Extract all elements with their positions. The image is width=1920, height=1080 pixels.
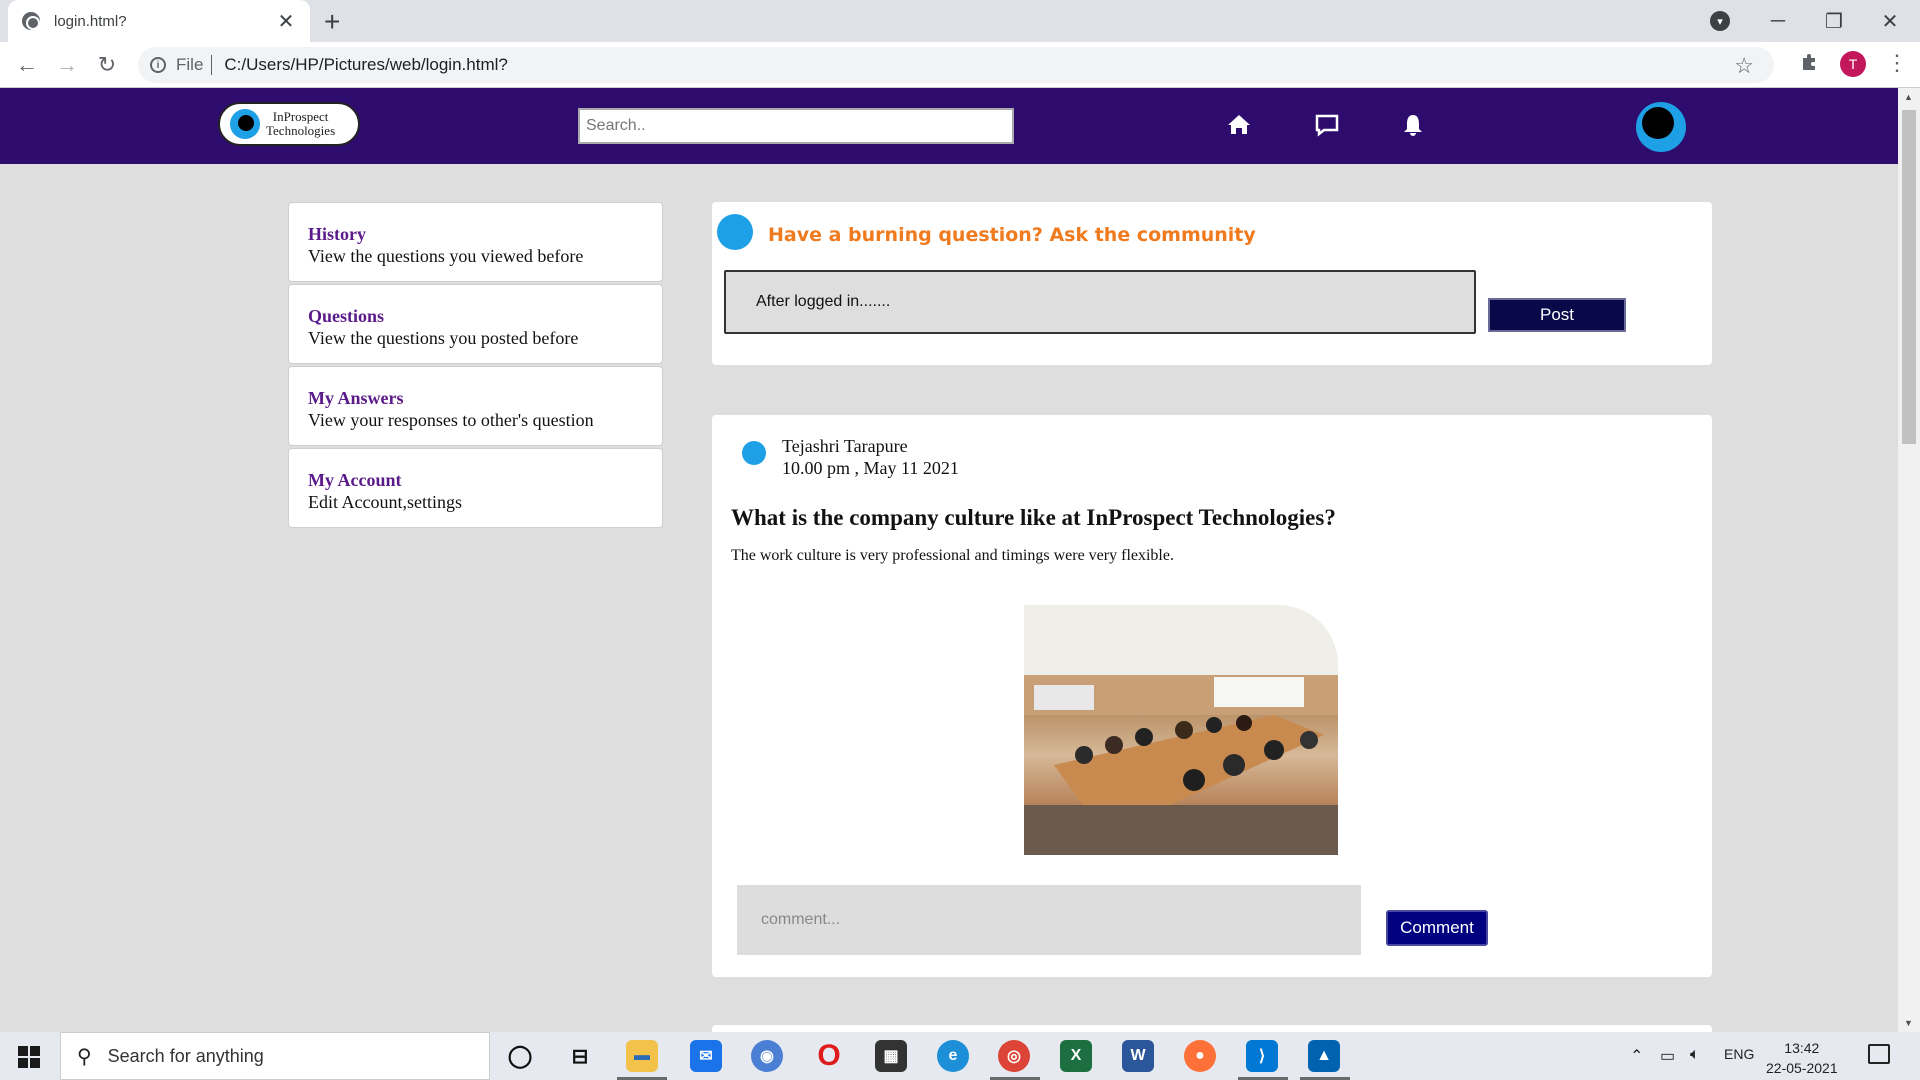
excel-icon[interactable]: X xyxy=(1060,1040,1092,1072)
tab-title: login.html? xyxy=(54,12,127,30)
taskbar-search-text: Search for anything xyxy=(107,1045,264,1066)
profile-avatar[interactable]: T xyxy=(1840,51,1866,77)
sidebar-item-questions[interactable]: Questions View the questions you posted … xyxy=(288,284,663,364)
taskbar-clock[interactable]: 13:42 22-05-2021 xyxy=(1766,1038,1838,1078)
photos-icon[interactable]: ▲ xyxy=(1308,1040,1340,1072)
browser-tab-bar: login.html? ✕ + ▾ ─ ❐ ✕ xyxy=(0,0,1920,42)
question-input[interactable] xyxy=(724,270,1476,334)
comment-button[interactable]: Comment xyxy=(1386,910,1488,946)
sidebar-item-title: History xyxy=(308,224,366,244)
post-image xyxy=(1024,605,1338,855)
user-avatar[interactable] xyxy=(1636,102,1686,152)
comment-input[interactable] xyxy=(737,885,1361,955)
new-tab-button[interactable]: + xyxy=(324,6,340,38)
edge-icon[interactable]: e xyxy=(937,1040,969,1072)
windows-taskbar: ⚲ Search for anything ◯ ⊟ ▬ ✉ ◉ O ▦ e ◎ … xyxy=(0,1032,1920,1080)
search-input[interactable] xyxy=(578,108,1014,144)
chat-icon[interactable] xyxy=(1314,112,1340,138)
scroll-up-icon[interactable]: ▲ xyxy=(1904,92,1913,102)
language-indicator[interactable]: ENG xyxy=(1724,1046,1754,1062)
omnibox[interactable]: i File C:/Users/HP/Pictures/web/login.ht… xyxy=(138,47,1774,83)
bell-icon[interactable] xyxy=(1400,112,1426,138)
sidebar-item-my-answers[interactable]: My Answers View your responses to other'… xyxy=(288,366,663,446)
post-title[interactable]: What is the company culture like at InPr… xyxy=(731,505,1336,531)
store-icon[interactable]: ▦ xyxy=(875,1040,907,1072)
word-icon[interactable]: W xyxy=(1122,1040,1154,1072)
ask-heading: Have a burning question? Ask the communi… xyxy=(768,224,1256,246)
sidebar-item-desc: View the questions you viewed before xyxy=(308,246,584,266)
post-body: The work culture is very professional an… xyxy=(731,547,1174,564)
sidebar-item-title: My Answers xyxy=(308,388,404,408)
opera-icon[interactable]: O xyxy=(813,1039,845,1072)
clock-time: 13:42 xyxy=(1784,1040,1820,1056)
clock-date: 22-05-2021 xyxy=(1766,1060,1838,1076)
browser-tab[interactable]: login.html? ✕ xyxy=(8,0,310,42)
taskbar-search[interactable]: ⚲ Search for anything xyxy=(60,1032,490,1080)
logo-text-line1: InProspect xyxy=(272,109,329,124)
globe-icon xyxy=(22,12,40,30)
mail-icon[interactable]: ✉ xyxy=(690,1040,722,1072)
url-text[interactable]: C:/Users/HP/Pictures/web/login.html? xyxy=(224,55,507,75)
sidebar-item-history[interactable]: History View the questions you viewed be… xyxy=(288,202,663,282)
post-card: Tejashri Tarapure 10.00 pm , May 11 2021… xyxy=(712,415,1712,977)
chromium-icon[interactable]: ◉ xyxy=(751,1040,783,1072)
site-logo[interactable]: InProspect Technologies xyxy=(218,102,360,146)
extensions-icon[interactable] xyxy=(1800,52,1820,78)
post-timestamp: 10.00 pm , May 11 2021 xyxy=(782,458,959,478)
post-button[interactable]: Post xyxy=(1488,298,1626,332)
battery-icon[interactable]: ▭ xyxy=(1660,1046,1675,1066)
search-icon: ⚲ xyxy=(77,1045,92,1068)
scroll-down-icon[interactable]: ▼ xyxy=(1904,1018,1913,1028)
divider xyxy=(211,55,213,75)
site-header: InProspect Technologies xyxy=(0,88,1898,164)
author-avatar xyxy=(742,441,766,465)
logo-eye-icon xyxy=(230,109,260,139)
sidebar-item-desc: View your responses to other's question xyxy=(308,410,594,430)
tab-search-icon[interactable]: ▾ xyxy=(1710,11,1730,31)
back-icon[interactable]: ← xyxy=(12,50,42,80)
address-bar: ← → ↻ i File C:/Users/HP/Pictures/web/lo… xyxy=(0,42,1920,88)
page-scrollbar[interactable]: ▲ ▼ xyxy=(1898,88,1920,1032)
sidebar-item-title: My Account xyxy=(308,470,402,490)
chrome-icon[interactable]: ◎ xyxy=(998,1040,1030,1072)
cortana-icon[interactable]: ◯ xyxy=(504,1040,536,1072)
home-icon[interactable] xyxy=(1226,112,1252,138)
volume-icon[interactable]: 🔈︎ xyxy=(1690,1046,1700,1064)
user-avatar-small xyxy=(717,214,753,250)
menu-icon[interactable]: ⋮ xyxy=(1886,50,1908,76)
close-window-button[interactable]: ✕ xyxy=(1862,0,1918,42)
sidebar-item-my-account[interactable]: My Account Edit Account,settings xyxy=(288,448,663,528)
task-view-icon[interactable]: ⊟ xyxy=(564,1040,596,1072)
vscode-icon[interactable]: ⟩ xyxy=(1246,1040,1278,1072)
sidebar-item-title: Questions xyxy=(308,306,385,326)
logo-text-line2: Technologies xyxy=(266,123,336,138)
windows-start-icon[interactable] xyxy=(18,1046,40,1068)
file-explorer-icon[interactable]: ▬ xyxy=(626,1040,658,1072)
author-name[interactable]: Tejashri Tarapure xyxy=(782,435,959,457)
scroll-thumb[interactable] xyxy=(1902,110,1916,444)
file-label: File xyxy=(176,55,204,74)
info-icon[interactable]: i xyxy=(150,57,166,73)
tray-chevron-icon[interactable]: ⌃ xyxy=(1630,1046,1643,1066)
firefox-icon[interactable]: ● xyxy=(1184,1040,1216,1072)
ask-question-card: Have a burning question? Ask the communi… xyxy=(712,202,1712,365)
minimize-button[interactable]: ─ xyxy=(1750,0,1806,42)
bookmark-star-icon[interactable]: ☆ xyxy=(1734,53,1754,79)
tab-close-button[interactable]: ✕ xyxy=(276,9,296,34)
restore-button[interactable]: ❐ xyxy=(1806,0,1862,42)
notification-icon[interactable] xyxy=(1868,1044,1890,1064)
sidebar-item-desc: Edit Account,settings xyxy=(308,492,462,512)
forward-icon[interactable]: → xyxy=(52,50,82,80)
sidebar-item-desc: View the questions you posted before xyxy=(308,328,579,348)
reload-icon[interactable]: ↻ xyxy=(92,50,122,80)
